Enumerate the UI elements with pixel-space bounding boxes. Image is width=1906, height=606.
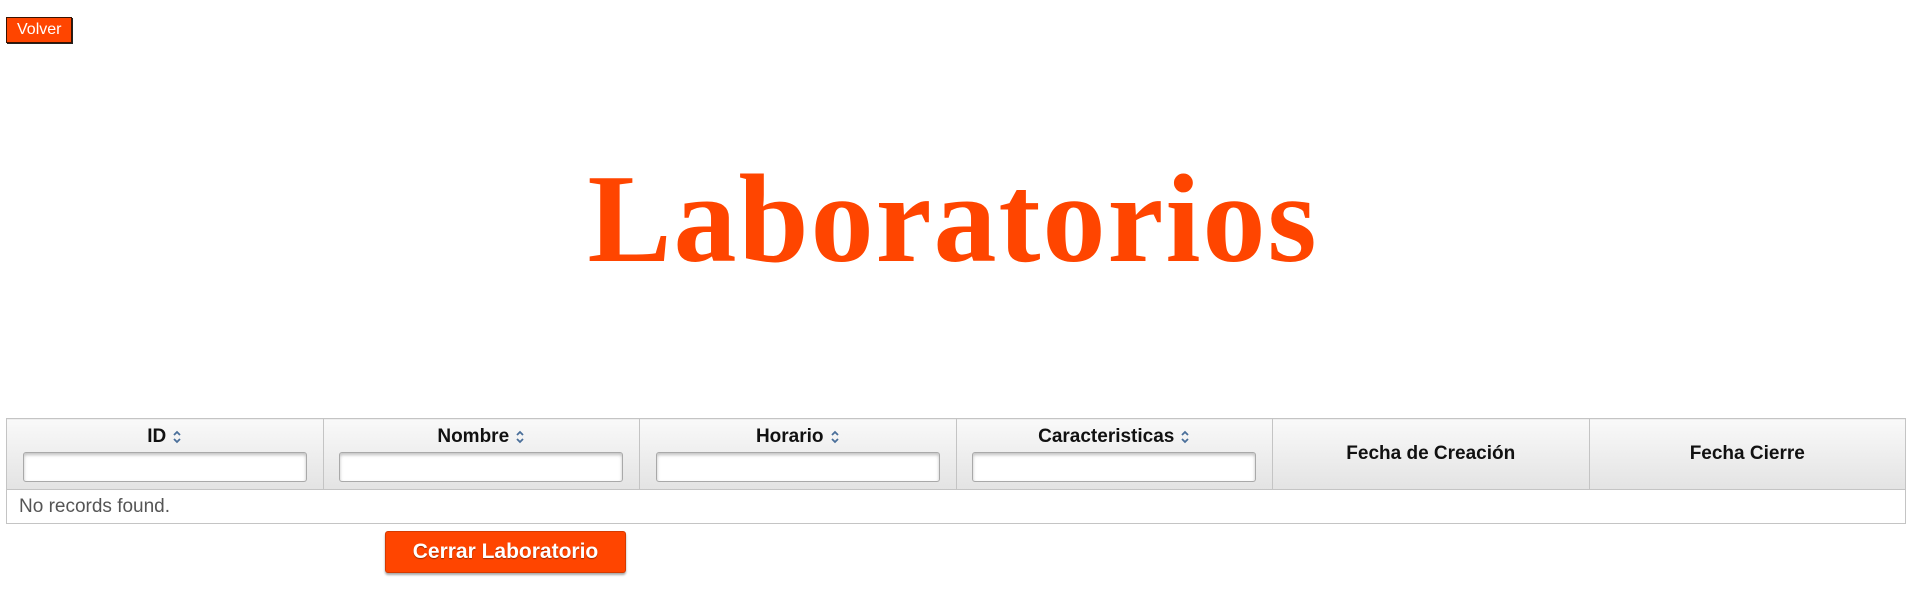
header-row: ID Nombre Horario Caracteristicas Fecha … (6, 418, 1906, 490)
filter-input-horario[interactable] (655, 451, 940, 482)
back-button[interactable]: Volver (6, 17, 73, 43)
sort-up-down-icon[interactable] (830, 429, 840, 445)
close-laboratory-button[interactable]: Cerrar Laboratorio (385, 531, 626, 573)
table-header: ID Nombre Horario Caracteristicas Fecha … (6, 418, 1906, 490)
sort-up-down-icon[interactable] (1180, 429, 1190, 445)
sort-up-down-icon[interactable] (515, 429, 525, 445)
column-label: Horario (755, 425, 824, 447)
column-label: Nombre (437, 425, 510, 447)
column-header-nombre: Nombre (322, 418, 640, 490)
column-header-horario: Horario (639, 418, 957, 490)
column-label: Caracteristicas (1038, 425, 1175, 447)
sort-toggle-horario[interactable]: Horario (755, 425, 840, 447)
column-header-id: ID (6, 418, 324, 490)
sort-up-down-icon[interactable] (172, 429, 182, 445)
sort-toggle-nombre[interactable]: Nombre (437, 425, 525, 447)
empty-message: No records found. (6, 489, 1906, 524)
column-label: Fecha Cierre (1689, 443, 1805, 464)
sort-toggle-id[interactable]: ID (147, 425, 182, 447)
filter-input-caracteristicas[interactable] (972, 451, 1257, 482)
filter-input-nombre[interactable] (339, 451, 624, 482)
laboratories-table: ID Nombre Horario Caracteristicas Fecha … (6, 418, 1906, 524)
laboratories-table-container: ID Nombre Horario Caracteristicas Fecha … (6, 418, 1906, 524)
column-label: Fecha de Creación (1346, 443, 1516, 464)
sort-toggle-caracteristicas[interactable]: Caracteristicas (1038, 425, 1190, 447)
table-row-empty: No records found. (6, 489, 1906, 524)
page-title: Laboratorios (587, 150, 1319, 289)
column-label: ID (147, 425, 167, 447)
table-body: No records found. (6, 489, 1906, 524)
column-header-fecha-cierre: Fecha Cierre (1588, 418, 1906, 490)
column-header-fecha-creacion: Fecha de Creación (1272, 418, 1590, 490)
filter-input-id[interactable] (22, 451, 307, 482)
column-header-caracteristicas: Caracteristicas (955, 418, 1273, 490)
